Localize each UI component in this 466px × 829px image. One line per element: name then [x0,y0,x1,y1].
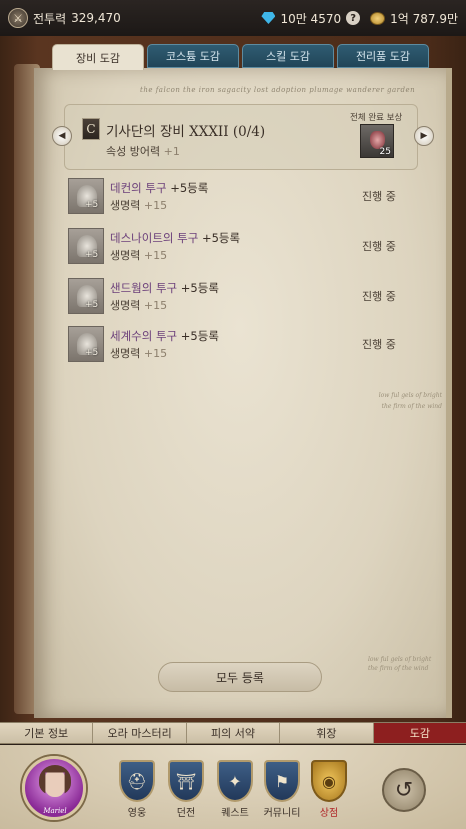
character-name: Mariel [43,807,67,815]
chevron-left-icon: ◀ [58,131,66,141]
menu-hero-label: 영웅 [127,808,147,819]
combat-power-label: 전투력 [33,11,67,26]
helmet-icon: +5 [68,228,104,264]
menu-shop-label: 상점 [319,808,339,819]
menu-dungeon-label: 던전 [176,808,196,819]
item-name: 데스나이트의 투구 +5등록 [110,231,241,245]
chevron-right-icon: ▶ [420,131,428,141]
item-stat: 생명력 +15 [110,199,168,212]
item-stat: 생명력 +15 [110,347,168,360]
avatar-face [44,769,66,797]
item-status: 진행 중 [362,338,396,351]
gold-coin-icon [370,11,386,25]
menu-shop[interactable]: ◉ 상점 [310,760,348,822]
helmet-icon: +5 [68,326,104,362]
collection-item[interactable]: +5 데스나이트의 투구 +5등록 생명력 +15 진행 중 [68,228,404,268]
set-bonus-label: 속성 방어력 [106,145,161,158]
item-status: 진행 중 [362,240,396,253]
combat-power: ⚔ 전투력 329,470 [8,8,121,28]
item-name: 샌드웜의 투구 +5등록 [110,281,219,295]
menu-community[interactable]: ⚑ 커뮤니티 [263,760,301,822]
combat-power-value: 329,470 [71,11,121,25]
menu-quest-label: 퀘스트 [221,808,249,819]
tab-costume-collection[interactable]: 코스튬 도감 [147,44,239,68]
page-margin-notes: low ful gels of bright the firm of the w… [378,392,442,410]
menu-quest[interactable]: ✦ 퀘스트 [216,760,254,822]
dungeon-gate-icon: ⛩ [168,760,204,802]
nav-tab-basic-info[interactable]: 기본 정보 [0,723,94,743]
collection-tabs: 장비 도감 코스튬 도감 스킬 도감 전리품 도감 [52,44,429,70]
reward-count: 25 [379,147,391,157]
prev-set-button[interactable]: ◀ [52,126,72,146]
menu-community-label: 커뮤니티 [263,808,301,819]
item-status: 진행 중 [362,290,396,303]
sword-icon: ⚔ [8,8,28,28]
completion-reward-label: 전체 완료 보상 [350,113,403,123]
menu-dungeon[interactable]: ⛩ 던전 [167,760,205,822]
set-emblem-icon: C [82,118,100,140]
set-bonus-value: +1 [163,145,180,158]
nav-tab-insignia[interactable]: 휘장 [280,723,374,743]
nav-tab-collection[interactable]: 도감 [373,723,466,743]
diamond-icon [261,12,276,24]
gem-currency[interactable]: 10만 4570 ? [261,10,361,27]
profile-nav-tabs: 기본 정보 오라 마스터리 피의 서약 휘장 도감 [0,722,466,744]
set-title: 기사단의 장비 XXXII (0/4) [106,124,266,140]
collection-item[interactable]: +5 데컨의 투구 +5등록 생명력 +15 진행 중 [68,178,404,218]
helmet-icon: +5 [68,278,104,314]
tab-equipment-collection[interactable]: 장비 도감 [52,44,144,70]
tab-skill-collection[interactable]: 스킬 도감 [242,44,334,68]
item-status: 진행 중 [362,190,396,203]
collection-item[interactable]: +5 샌드웜의 투구 +5등록 생명력 +15 진행 중 [68,278,404,318]
shop-coins-icon: ◉ [311,760,347,802]
item-name: 데컨의 투구 +5등록 [110,181,209,195]
gem-amount: 10만 4570 [280,11,342,26]
character-portrait[interactable]: Mariel [22,756,86,820]
back-button[interactable]: ↺ [382,768,426,812]
top-status-bar: ⚔ 전투력 329,470 10만 4570 ? 1억 787.9만 [0,0,466,36]
return-arrow-icon: ↺ [394,777,414,803]
tab-trophy-collection[interactable]: 전리품 도감 [337,44,429,68]
completion-reward-item[interactable]: 25 [360,124,394,158]
register-all-button[interactable]: 모두 등록 [158,662,322,692]
page-margin-notes-bottom: low ful gels of bright the firm of the w… [368,656,432,672]
gold-currency[interactable]: 1억 787.9만 [370,10,458,27]
page-flourish-text: the falcon the iron sagacity lost adopti… [140,86,416,94]
gold-amount: 1억 787.9만 [390,11,458,26]
item-name: 세계수의 투구 +5등록 [110,329,219,343]
item-stat: 생명력 +15 [110,249,168,262]
community-banner-icon: ⚑ [264,760,300,802]
next-set-button[interactable]: ▶ [414,126,434,146]
set-bonus-stat: 속성 방어력 +1 [106,143,180,159]
helmet-icon: +5 [68,178,104,214]
item-stat: 생명력 +15 [110,299,168,312]
menu-hero[interactable]: ⛑ 영웅 [118,760,156,822]
nav-tab-aura-mastery[interactable]: 오라 마스터리 [93,723,187,743]
quest-horn-icon: ✦ [217,760,253,802]
help-icon[interactable]: ? [346,11,361,25]
knight-helmet-icon: ⛑ [119,760,155,802]
collection-item[interactable]: +5 세계수의 투구 +5등록 생명력 +15 진행 중 [68,326,404,366]
nav-tab-blood-oath[interactable]: 피의 서약 [187,723,281,743]
